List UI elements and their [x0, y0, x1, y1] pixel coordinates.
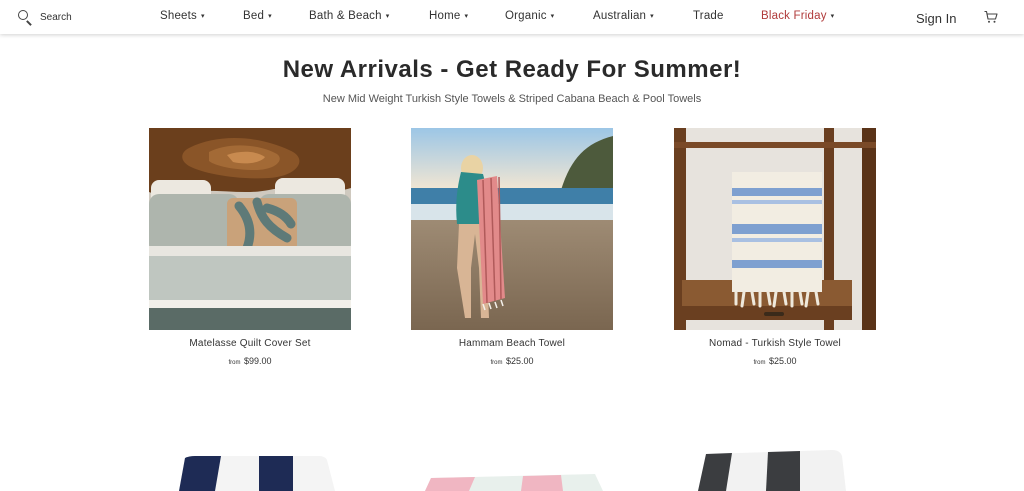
cart-icon[interactable]: [984, 10, 998, 24]
chevron-down-icon: ▾: [201, 13, 205, 20]
nav-item-home[interactable]: Home ▾: [429, 10, 468, 22]
price-value: $99.00: [243, 356, 272, 366]
product-price: from $99.00: [149, 356, 351, 366]
product-image-pink-cabana[interactable]: [411, 450, 613, 491]
product-card-quilt[interactable]: Matelasse Quilt Cover Set from $99.00: [149, 128, 351, 366]
nav-label: Australian: [593, 10, 647, 22]
product-image[interactable]: [674, 128, 876, 330]
nav-item-black-friday[interactable]: Black Friday ▾: [761, 10, 834, 22]
chevron-down-icon: ▾: [385, 13, 390, 20]
nav-label: Bed: [243, 10, 265, 22]
product-price: from $25.00: [674, 356, 876, 366]
product-image-grey-cabana[interactable]: [674, 450, 876, 491]
page-title: New Arrivals - Get Ready For Summer!: [282, 56, 742, 83]
nav-item-trade[interactable]: Trade: [693, 10, 724, 22]
sign-in-link[interactable]: Sign In: [916, 11, 956, 26]
price-from-label: from: [228, 360, 241, 366]
search-label: Search: [40, 11, 72, 23]
nav-label: Trade: [693, 10, 724, 22]
nav-item-bath-beach[interactable]: Bath & Beach ▾: [309, 10, 389, 22]
product-name[interactable]: Nomad - Turkish Style Towel: [674, 338, 876, 349]
chevron-down-icon: ▾: [650, 13, 654, 20]
product-name[interactable]: Matelasse Quilt Cover Set: [149, 338, 351, 349]
product-price: from $25.00: [411, 356, 613, 366]
page-subtitle: New Mid Weight Turkish Style Towels & St…: [322, 93, 702, 105]
product-image[interactable]: [149, 128, 351, 330]
search-icon: [17, 9, 33, 26]
nav-item-bed[interactable]: Bed ▾: [243, 10, 272, 22]
chevron-down-icon: ▾: [830, 13, 835, 20]
nav-item-australian[interactable]: Australian ▾: [593, 10, 654, 22]
nav-label: Organic: [505, 10, 547, 22]
site-header: Search Sheets ▾ Bed ▾ Bath & Beach ▾ Home ▾ …: [0, 0, 1024, 34]
product-card-nomad[interactable]: Nomad - Turkish Style Towel from $25.00: [674, 128, 876, 366]
nav-item-organic[interactable]: Organic ▾: [505, 10, 554, 22]
chevron-down-icon: ▾: [268, 13, 272, 20]
search-button[interactable]: Search: [17, 9, 72, 26]
nav-item-sheets[interactable]: Sheets ▾: [160, 10, 205, 22]
product-image-navy-cabana[interactable]: [149, 450, 351, 491]
nav-label: Black Friday: [761, 10, 827, 22]
price-from-label: from: [753, 360, 766, 366]
price-from-label: from: [490, 360, 503, 366]
nav-label: Home: [429, 10, 461, 22]
price-value: $25.00: [768, 356, 797, 366]
nav-label: Bath & Beach: [309, 10, 382, 22]
chevron-down-icon: ▾: [464, 13, 469, 20]
nav-label: Sheets: [160, 10, 198, 22]
product-card-hammam[interactable]: Hammam Beach Towel from $25.00: [411, 128, 613, 366]
product-image[interactable]: [411, 128, 613, 330]
chevron-down-icon: ▾: [550, 13, 555, 20]
product-name[interactable]: Hammam Beach Towel: [411, 338, 613, 349]
price-value: $25.00: [505, 356, 534, 366]
